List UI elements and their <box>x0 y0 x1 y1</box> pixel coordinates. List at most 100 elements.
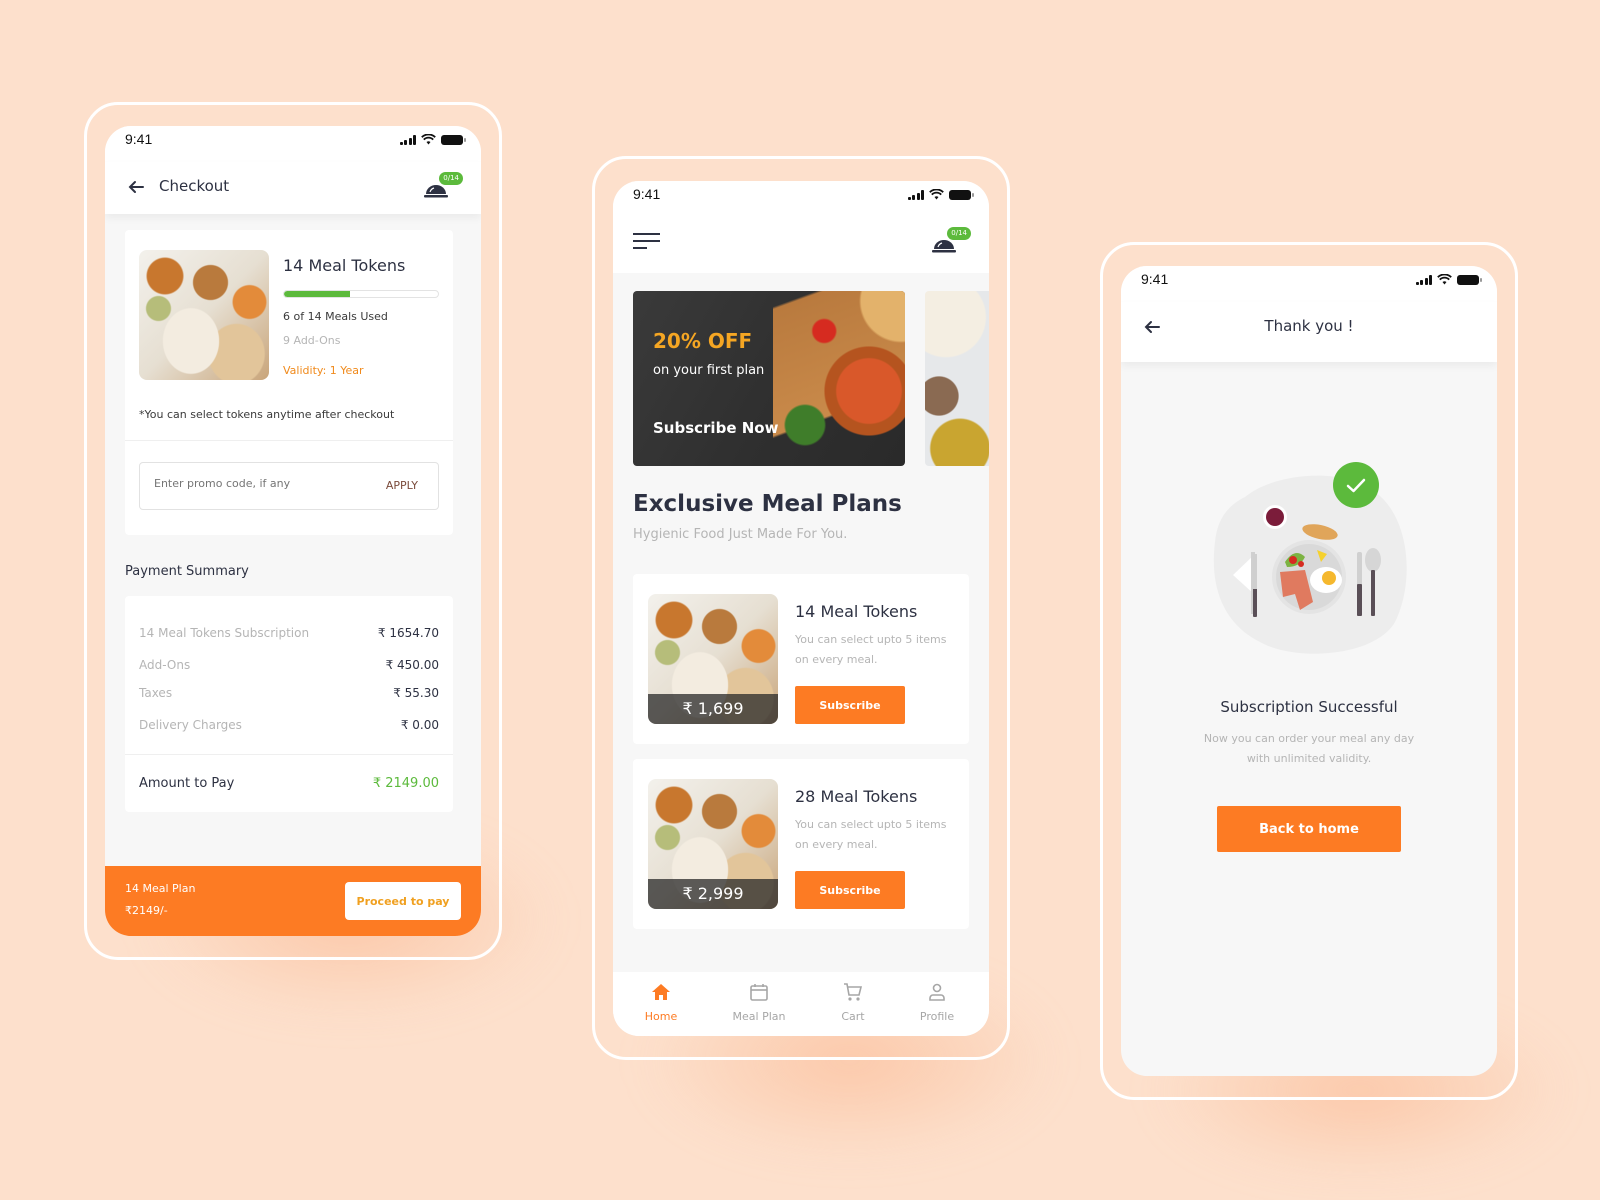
tab-home[interactable]: Home <box>621 982 701 1023</box>
meals-progress-fill <box>284 291 351 297</box>
tab-label: Cart <box>841 1010 865 1023</box>
promo-banner-next[interactable] <box>925 291 989 466</box>
success-check-badge <box>1333 462 1379 508</box>
footer-plan-label: 14 Meal Plan <box>125 882 196 895</box>
battery-icon <box>441 134 466 145</box>
meal-plan-card: ₹ 1,699 14 Meal Tokens You can select up… <box>633 574 969 744</box>
checkout-screen: 9:41 Checkout 0/14 14 Meal Tokens 6 of 1… <box>105 126 481 936</box>
summary-row-label: Taxes <box>139 686 173 700</box>
cart-badge: 0/14 <box>439 172 463 185</box>
summary-row-value: ₹ 0.00 <box>400 718 439 732</box>
home-header: 0/14 <box>613 217 989 273</box>
meal-image <box>139 250 269 380</box>
meal-image: ₹ 1,699 <box>648 594 778 724</box>
subscribe-button[interactable]: Subscribe <box>795 871 905 909</box>
banner-discount: 20% OFF <box>653 329 753 353</box>
summary-row-label: Delivery Charges <box>139 718 242 732</box>
success-message-line2: with unlimited validity. <box>1246 752 1372 765</box>
plan-summary-card: 14 Meal Tokens 6 of 14 Meals Used 9 Add-… <box>125 230 453 535</box>
status-bar: 9:41 <box>105 126 481 162</box>
section-subtitle: Hygienic Food Just Made For You. <box>633 527 848 542</box>
cart-icon <box>844 983 863 1001</box>
checkout-footer: 14 Meal Plan ₹2149/- Proceed to pay <box>105 866 481 936</box>
promo-banner[interactable]: 20% OFF on your first plan Subscribe Now <box>633 291 905 466</box>
success-message-line1: Now you can order your meal any day <box>1203 732 1415 745</box>
subscribe-button[interactable]: Subscribe <box>795 686 905 724</box>
home-screen: 9:41 0/14 20% OFF on your first plan Sub… <box>613 181 989 1036</box>
bottom-tab-bar: Home Meal Plan Cart Profile <box>613 972 989 1036</box>
meals-used-text: 6 of 14 Meals Used <box>283 310 388 323</box>
page-title: Thank you ! <box>1264 317 1354 335</box>
page-title: Checkout <box>159 177 230 195</box>
status-time: 9:41 <box>633 186 661 202</box>
summary-row-value: ₹ 1654.70 <box>377 626 439 640</box>
meal-image: ₹ 2,999 <box>648 779 778 909</box>
amount-to-pay-label: Amount to Pay <box>139 776 235 791</box>
profile-icon <box>929 983 945 1001</box>
status-time: 9:41 <box>125 131 153 147</box>
meal-cart-button[interactable]: 0/14 <box>423 172 463 202</box>
promo-code-field[interactable]: APPLY <box>139 462 439 510</box>
status-bar: 9:41 <box>613 181 989 217</box>
payment-summary-heading: Payment Summary <box>125 564 249 579</box>
cart-badge: 0/14 <box>947 227 971 240</box>
tab-label: Profile <box>919 1010 955 1023</box>
checkmark-icon <box>1346 478 1366 493</box>
amount-to-pay-value: ₹ 2149.00 <box>372 776 439 791</box>
plan-name: 14 Meal Tokens <box>795 602 918 621</box>
token-note: *You can select tokens anytime after che… <box>139 408 395 421</box>
meal-plan-card: ₹ 2,999 28 Meal Tokens You can select up… <box>633 759 969 929</box>
divider <box>125 440 453 441</box>
success-illustration <box>1205 462 1415 662</box>
signal-icon <box>399 134 416 145</box>
section-title: Exclusive Meal Plans <box>633 491 902 517</box>
back-to-home-button[interactable]: Back to home <box>1217 806 1401 852</box>
meal-cart-button[interactable]: 0/14 <box>931 227 971 257</box>
apply-button[interactable]: APPLY <box>386 479 418 492</box>
plan-name: 14 Meal Tokens <box>283 256 406 275</box>
back-arrow-icon[interactable] <box>123 174 149 200</box>
plan-price: ₹ 2,999 <box>648 879 778 909</box>
thankyou-header: Thank you ! <box>1121 302 1497 362</box>
wifi-icon <box>929 189 944 200</box>
validity-text: Validity: 1 Year <box>283 364 364 377</box>
tab-label: Meal Plan <box>732 1010 786 1023</box>
promo-code-input[interactable] <box>154 477 364 490</box>
signal-icon <box>907 189 924 200</box>
summary-row-label: 14 Meal Tokens Subscription <box>139 626 310 640</box>
proceed-to-pay-button[interactable]: Proceed to pay <box>345 882 461 920</box>
tab-label: Home <box>644 1010 678 1023</box>
wifi-icon <box>421 134 436 145</box>
tab-profile[interactable]: Profile <box>897 982 977 1023</box>
battery-icon <box>1457 274 1482 285</box>
plan-description: You can select upto 5 items on every mea… <box>795 818 947 851</box>
plan-price: ₹ 1,699 <box>648 694 778 724</box>
banner-subtitle: on your first plan <box>653 363 765 378</box>
signal-icon <box>1415 274 1432 285</box>
battery-icon <box>949 189 974 200</box>
payment-summary-card: 14 Meal Tokens Subscription ₹ 1654.70 Ad… <box>125 596 453 812</box>
banner-cta[interactable]: Subscribe Now <box>653 419 778 437</box>
checkout-header: Checkout 0/14 <box>105 162 481 214</box>
meals-progress-bar <box>283 290 439 298</box>
banner-food-image <box>773 291 905 466</box>
tab-cart[interactable]: Cart <box>813 982 893 1023</box>
plan-description: You can select upto 5 items on every mea… <box>795 633 947 666</box>
thankyou-screen: 9:41 Thank you ! Subscription Successful… <box>1121 266 1497 1076</box>
tab-meal-plan[interactable]: Meal Plan <box>719 982 799 1023</box>
wifi-icon <box>1437 274 1452 285</box>
summary-row-value: ₹ 450.00 <box>385 658 439 672</box>
summary-row-value: ₹ 55.30 <box>393 686 439 700</box>
hamburger-menu-icon[interactable] <box>633 231 661 251</box>
table-setting-illustration <box>1213 475 1407 654</box>
calendar-icon <box>750 984 768 1001</box>
status-bar: 9:41 <box>1121 266 1497 302</box>
footer-price: ₹2149/- <box>125 904 168 917</box>
divider <box>125 754 453 755</box>
home-icon <box>652 984 670 1000</box>
success-heading: Subscription Successful <box>1220 698 1398 716</box>
status-time: 9:41 <box>1141 271 1169 287</box>
addons-count: 9 Add-Ons <box>283 334 341 347</box>
summary-row-label: Add-Ons <box>139 658 191 672</box>
plan-name: 28 Meal Tokens <box>795 787 918 806</box>
